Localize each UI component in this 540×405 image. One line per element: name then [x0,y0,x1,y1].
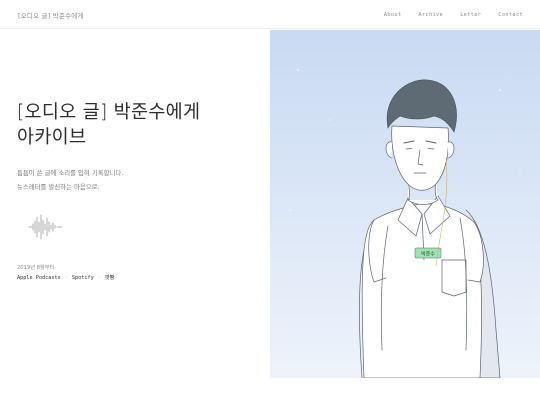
hero-illustration: 박준수 [270,30,540,378]
since-date: 2019년 8월부터 [17,265,55,271]
link-podbbang[interactable]: 팟빵 [105,274,115,281]
hero-title-line1: [오디오 글] 박준수에게 [17,102,201,123]
hero-description: 틈틈이 쓴 글에 소리를 입혀 기록합니다. 뉴스레터를 발신하는 마음으로. [17,166,123,194]
nav-archive[interactable]: Archive [419,12,444,18]
nav-contact[interactable]: Contact [498,12,523,18]
nav-letter[interactable]: Letter [460,12,481,18]
link-separator: · [97,274,101,281]
top-bar: [오디오 글] 박준수에게 About Archive Letter Conta… [0,0,540,29]
hero-title-line2: 아카이브 [17,127,87,148]
hero-title: [오디오 글] 박준수에게 아카이브 [17,100,257,150]
podcast-links: Apple Podcasts · Spotify · 팟빵 [17,274,115,282]
nav-about[interactable]: About [384,12,402,18]
link-separator: · [64,274,68,281]
description-line1: 틈틈이 쓴 글에 소리를 입혀 기록합니다. [17,169,124,177]
site-title[interactable]: [오디오 글] 박준수에게 [18,10,84,20]
name-tag-text: 박준수 [421,251,435,258]
main-nav: About Archive Letter Contact [384,12,523,18]
link-apple-podcasts[interactable]: Apple Podcasts [17,275,61,281]
description-line2: 뉴스레터를 발신하는 마음으로. [17,183,100,191]
link-spotify[interactable]: Spotify [72,275,94,281]
soundwave-icon [28,214,63,240]
